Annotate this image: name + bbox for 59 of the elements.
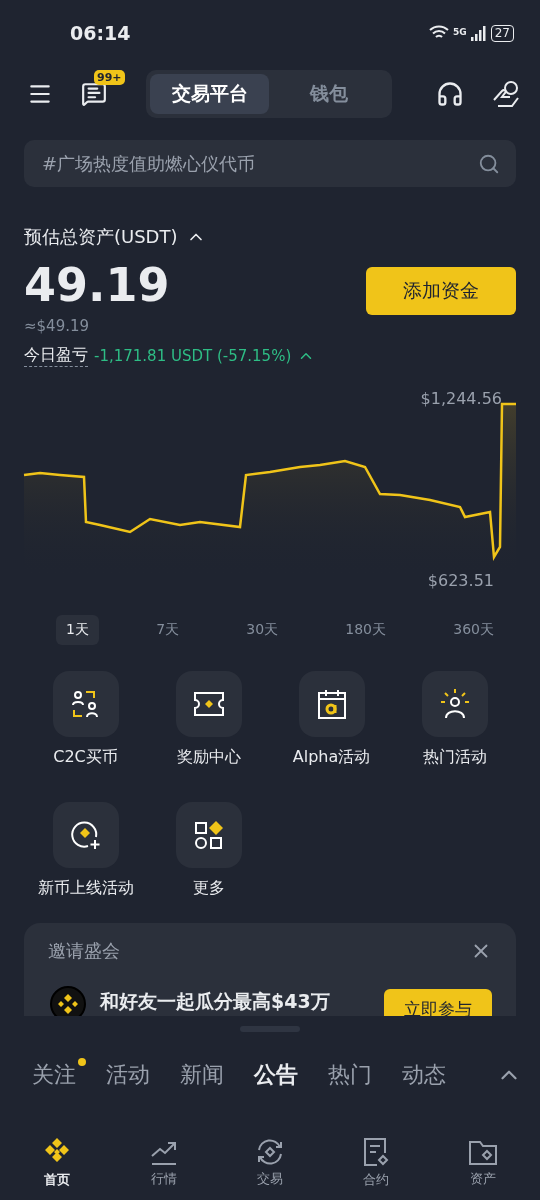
search-icon[interactable] — [478, 152, 500, 175]
person-spotlight-icon — [438, 688, 471, 720]
signal-icon — [470, 25, 487, 41]
ticket-icon — [192, 691, 225, 717]
shortcut-label[interactable]: C2C买币 — [53, 747, 118, 768]
wallet-icon — [467, 1138, 498, 1166]
hand-coin-icon[interactable] — [492, 80, 520, 108]
platform-tab[interactable]: 交易平台 — [150, 74, 269, 114]
messages-button[interactable] — [80, 80, 108, 108]
shortcut-label[interactable]: 更多 — [192, 878, 225, 899]
shortcut-tile[interactable] — [52, 802, 119, 868]
nav-item[interactable]: 资产 — [437, 1138, 528, 1188]
headphones-icon[interactable] — [436, 80, 464, 108]
coin-add-icon — [69, 819, 102, 851]
chart-min-label: $623.51 — [427, 571, 494, 590]
pnl-label[interactable]: 今日盈亏 — [24, 345, 88, 367]
banner-text: 和好友一起瓜分最高$43万 — [100, 989, 331, 1014]
range-tab[interactable]: 360天 — [443, 615, 504, 645]
range-tab[interactable]: 180天 — [335, 615, 396, 645]
pnl-value: -1,171.81 USDT (-57.15%) — [94, 347, 292, 365]
usd-equivalent: ≈$49.19 — [24, 317, 91, 335]
status-time: 06:14 — [70, 22, 131, 44]
feed-tab[interactable]: 动态 — [402, 1060, 446, 1090]
shortcut-tile[interactable] — [175, 802, 242, 868]
add-funds-button[interactable]: 添加资金 — [366, 267, 516, 315]
shortcut-tile[interactable] — [421, 671, 488, 737]
shortcut-tile[interactable] — [175, 671, 242, 737]
total-assets-value: 49.19 — [24, 257, 171, 313]
battery-level: 27 — [490, 24, 514, 42]
shortcut-label[interactable]: Alpha活动 — [292, 747, 371, 768]
platform-tab[interactable]: 钱包 — [269, 74, 388, 114]
search-bar[interactable]: #广场热度值助燃心仪代币 — [24, 140, 516, 187]
chart-max-label: $1,244.56 — [420, 389, 502, 408]
unread-badge: 99+ — [94, 70, 125, 85]
shortcut-tile[interactable] — [52, 671, 119, 737]
network-type: 5G — [453, 26, 467, 37]
feed-tab[interactable]: 新闻 — [180, 1060, 224, 1090]
shortcut-label[interactable]: 热门活动 — [422, 747, 487, 768]
nav-item[interactable]: 合约 — [331, 1137, 422, 1189]
feed-tab[interactable]: 热门 — [328, 1060, 372, 1090]
feed-tab[interactable]: 关注 — [32, 1060, 76, 1090]
feed-tab[interactable]: 公告 — [254, 1060, 298, 1090]
nav-item[interactable]: 首页 — [12, 1137, 103, 1189]
shortcut-tile[interactable] — [298, 671, 365, 737]
shortcut-label[interactable]: 新币上线活动 — [37, 878, 134, 899]
document-icon — [363, 1137, 390, 1167]
shortcut-label[interactable]: 奖励中心 — [176, 747, 241, 768]
range-tab[interactable]: 7天 — [146, 615, 190, 645]
nav-item[interactable]: 行情 — [118, 1138, 209, 1188]
nav-item[interactable]: 交易 — [224, 1138, 315, 1188]
range-tab[interactable]: 1天 — [56, 615, 99, 645]
total-assets-label: 预估总资产(USDT) — [24, 225, 178, 249]
range-tab[interactable]: 30天 — [236, 615, 289, 645]
people-exchange-icon — [70, 689, 101, 719]
search-field[interactable]: #广场热度值助燃心仪代币 — [40, 152, 478, 175]
banner-title: 邀请盛会 — [48, 939, 120, 963]
calendar-icon — [316, 688, 347, 720]
feed-tab[interactable]: 活动 — [106, 1060, 150, 1090]
apps-icon — [193, 820, 224, 850]
